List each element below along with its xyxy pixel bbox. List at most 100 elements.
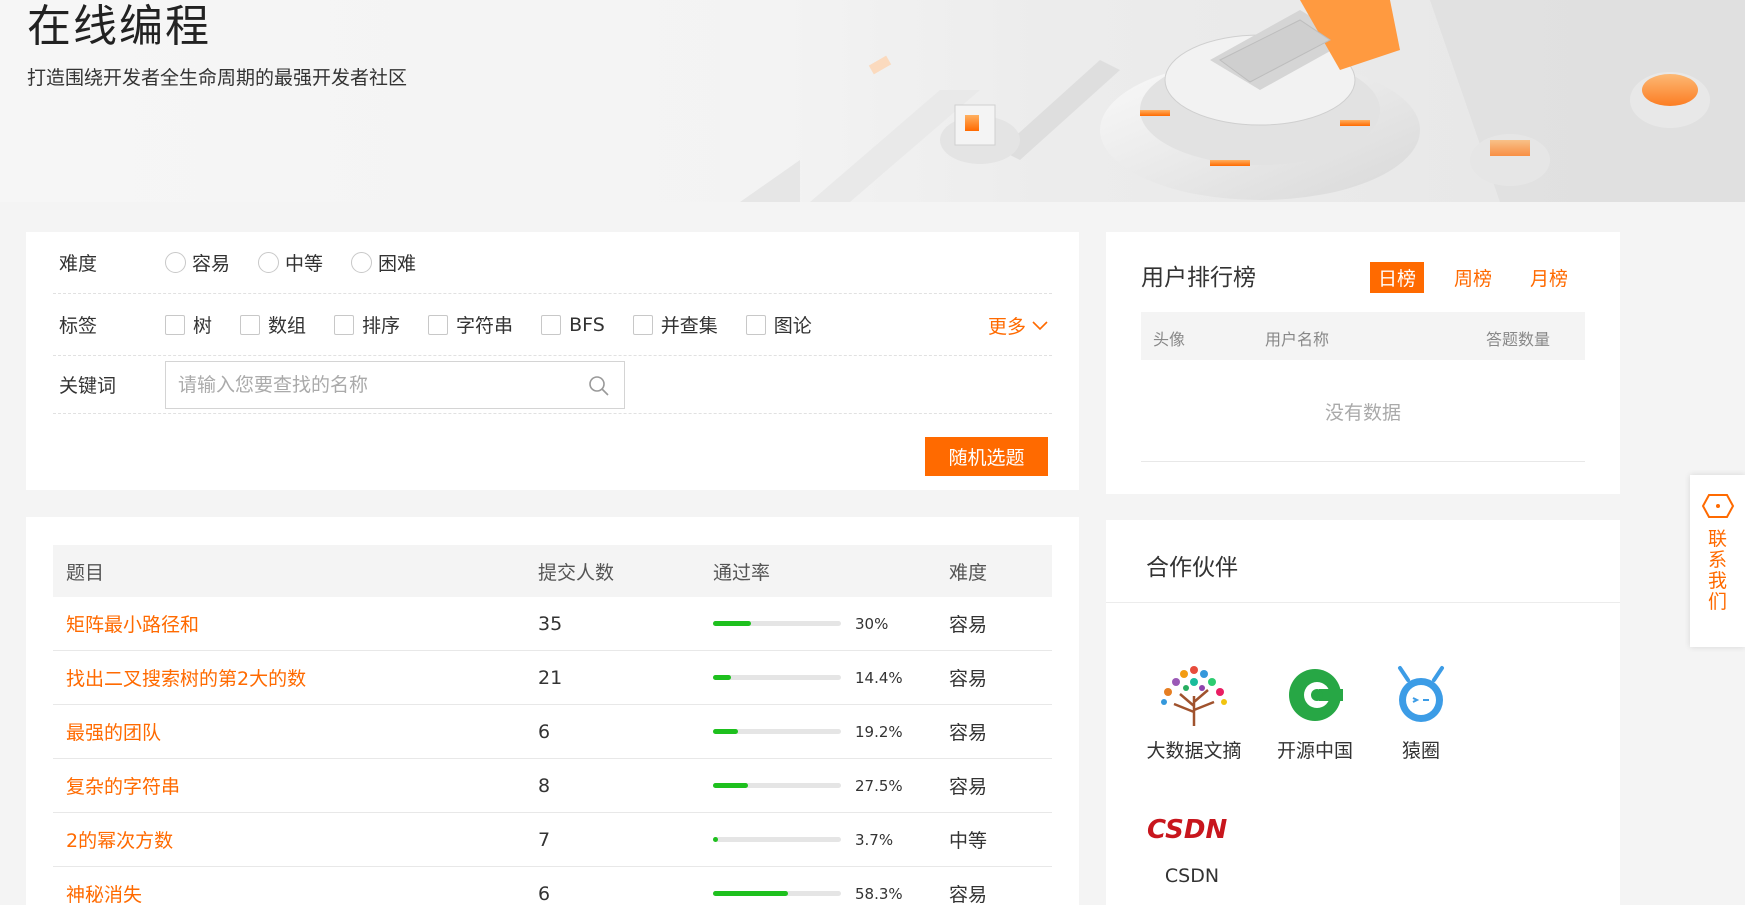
difficulty-option-easy[interactable]: 容易 [165, 249, 230, 276]
partner-name: 猿圈 [1401, 740, 1440, 762]
problem-title-link[interactable]: 2的幂次方数 [66, 826, 173, 853]
oschina-logo-icon [1289, 669, 1343, 721]
tag-option-string[interactable]: 字符串 [428, 311, 513, 338]
contact-us-button[interactable]: 联系我们 [1690, 475, 1745, 647]
partners-panel: 合作伙伴 大数据文摘 开源中国 猿圈 CSDN CSDN [1106, 520, 1620, 905]
radio-icon[interactable] [258, 252, 280, 273]
tag-option-sort[interactable]: 排序 [334, 311, 400, 338]
header-title: 题目 [66, 561, 105, 584]
header-difficulty: 难度 [949, 561, 988, 584]
pass-rate-bar [713, 837, 841, 842]
problem-title-link[interactable]: 神秘消失 [66, 880, 142, 905]
problem-title-link[interactable]: 矩阵最小路径和 [66, 610, 199, 637]
partner-yuanquan[interactable]: 猿圈 [1386, 660, 1456, 763]
ranking-title: 用户排行榜 [1141, 265, 1256, 291]
difficulty-value: 中等 [949, 830, 988, 852]
checkbox-icon[interactable] [745, 314, 766, 335]
difficulty-value: 容易 [949, 722, 988, 744]
keyword-filter-row: 关键词 [53, 356, 1052, 414]
table-row[interactable]: 2的幂次方数 7 3.7% 中等 [53, 813, 1052, 867]
partners-title: 合作伙伴 [1146, 555, 1238, 581]
tag-option-graph[interactable]: 图论 [745, 311, 812, 338]
pass-rate-text: 58.3% [855, 884, 903, 903]
tag-option-bfs[interactable]: BFS [541, 314, 605, 336]
submission-count: 6 [538, 882, 551, 905]
yuanquan-logo-icon [1398, 666, 1444, 722]
difficulty-filter-row: 难度 容易 中等 困难 [53, 232, 1052, 294]
submission-count: 8 [538, 774, 551, 797]
search-input[interactable] [166, 362, 576, 407]
submission-count: 7 [538, 828, 551, 851]
random-pick-button[interactable]: 随机选题 [925, 437, 1048, 476]
checkbox-icon[interactable] [240, 314, 261, 335]
checkbox-icon[interactable] [334, 314, 355, 335]
submission-count: 6 [538, 720, 551, 743]
pass-rate-text: 19.2% [855, 722, 903, 741]
contact-label: 联系我们 [1707, 528, 1727, 613]
difficulty-option-medium[interactable]: 中等 [258, 249, 323, 276]
table-row[interactable]: 复杂的字符串 8 27.5% 容易 [53, 759, 1052, 813]
header-pass-rate: 通过率 [713, 561, 771, 584]
tag-option-union-find[interactable]: 并查集 [632, 311, 718, 338]
tab-daily[interactable]: 日榜 [1370, 262, 1425, 293]
difficulty-value: 容易 [949, 776, 988, 798]
table-header: 题目 提交人数 通过率 难度 [53, 545, 1052, 597]
problem-title-link[interactable]: 复杂的字符串 [66, 772, 180, 799]
search-icon[interactable] [588, 375, 610, 397]
pass-rate-text: 3.7% [855, 830, 894, 849]
radio-icon[interactable] [165, 252, 186, 273]
pass-rate-fill [713, 891, 788, 896]
header-submissions: 提交人数 [538, 561, 615, 584]
pass-rate-fill [713, 783, 749, 788]
partner-name: CSDN [1164, 865, 1220, 887]
tab-weekly[interactable]: 周榜 [1446, 262, 1500, 293]
table-row[interactable]: 矩阵最小路径和 35 30% 容易 [53, 597, 1052, 651]
pass-rate-fill [713, 837, 718, 842]
tag-label: 标签 [59, 315, 98, 337]
difficulty-value: 容易 [949, 614, 988, 636]
table-row[interactable]: 最强的团队 6 19.2% 容易 [53, 705, 1052, 759]
problem-table: 题目 提交人数 通过率 难度 矩阵最小路径和 35 30% 容易找出二叉搜索树的第2大… [26, 517, 1079, 905]
table-row[interactable]: 找出二叉搜索树的第2大的数 21 14.4% 容易 [53, 651, 1052, 705]
tab-monthly[interactable]: 月榜 [1522, 262, 1576, 293]
pass-rate-bar [713, 621, 841, 626]
partner-csdn[interactable]: CSDN CSDN [1142, 805, 1242, 887]
pass-rate-bar [713, 729, 841, 734]
banner-illustration [740, 0, 1745, 202]
ranking-table-header: 头像 用户名称 答题数量 [1141, 312, 1585, 360]
pass-rate-text: 14.4% [855, 668, 903, 687]
table-row[interactable]: 神秘消失 6 58.3% 容易 [53, 867, 1052, 905]
header-avatar: 头像 [1153, 330, 1186, 349]
ranking-empty-text: 没有数据 [1141, 360, 1585, 462]
pass-rate-bar [713, 891, 841, 896]
checkbox-icon[interactable] [428, 314, 449, 335]
header-username: 用户名称 [1265, 330, 1330, 349]
tag-option-array[interactable]: 数组 [240, 311, 306, 338]
difficulty-value: 容易 [949, 884, 988, 905]
tag-filter-row: 标签 树 数组 排序 字符串 BFS 并查集 图论 更多 [53, 294, 1052, 356]
more-tags-button[interactable]: 更多 [988, 312, 1048, 339]
divider [1106, 602, 1620, 603]
partner-bigdata-digest[interactable]: 大数据文摘 [1142, 660, 1246, 763]
tree-logo-icon [1161, 666, 1227, 726]
difficulty-option-hard[interactable]: 困难 [351, 249, 416, 276]
pass-rate-fill [713, 621, 752, 626]
filter-panel: 难度 容易 中等 困难 标签 树 数组 排序 字符串 BFS 并查集 图论 更多… [26, 232, 1079, 490]
problem-title-link[interactable]: 找出二叉搜索树的第2大的数 [66, 664, 306, 691]
banner: 在线编程 打造围绕开发者全生命周期的最强开发者社区 [0, 0, 1745, 202]
csdn-logo-icon: CSDN [1147, 815, 1227, 845]
checkbox-icon[interactable] [541, 314, 562, 335]
checkbox-icon[interactable] [632, 314, 653, 335]
pass-rate-bar [713, 783, 841, 788]
chevron-down-icon [1032, 320, 1048, 330]
tag-option-tree[interactable]: 树 [165, 311, 212, 338]
keyword-label: 关键词 [59, 375, 117, 397]
submission-count: 21 [538, 666, 563, 689]
ranking-panel: 用户排行榜 日榜 周榜 月榜 头像 用户名称 答题数量 没有数据 [1106, 232, 1620, 494]
checkbox-icon[interactable] [165, 314, 185, 335]
partner-oschina[interactable]: 开源中国 [1270, 660, 1360, 763]
pass-rate-fill [713, 729, 738, 734]
problem-title-link[interactable]: 最强的团队 [66, 718, 161, 745]
radio-icon[interactable] [351, 252, 373, 273]
pass-rate-text: 27.5% [855, 776, 903, 795]
